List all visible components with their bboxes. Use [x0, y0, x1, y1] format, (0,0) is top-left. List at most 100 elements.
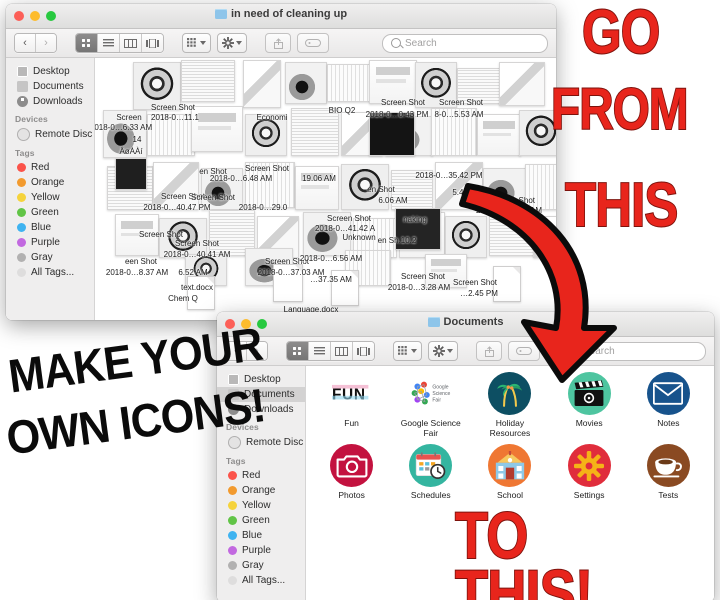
back-button[interactable]: ‹: [15, 34, 36, 52]
column-view-button[interactable]: [331, 342, 353, 360]
folder-notes[interactable]: Notes: [633, 372, 703, 438]
arrange-button[interactable]: [393, 341, 422, 361]
file-thumbnail[interactable]: [499, 62, 545, 106]
file-thumbnail[interactable]: [327, 64, 373, 102]
share-button[interactable]: [265, 33, 291, 53]
thumbnail-preview: [292, 109, 338, 155]
folder-icon: [214, 9, 227, 19]
titlebar-messy[interactable]: in need of cleaning up: [6, 4, 556, 29]
sidebar-item-all-tags[interactable]: All Tags...: [217, 573, 305, 588]
coffee-cup-icon[interactable]: [646, 444, 690, 488]
folder-label: Tests: [658, 490, 679, 501]
search-icon: [391, 38, 401, 48]
folder-photos[interactable]: Photos: [317, 444, 387, 500]
sidebar-header-tags: Tags: [226, 456, 246, 466]
camera-icon[interactable]: [330, 444, 374, 488]
sidebar-item-yellow[interactable]: Yellow: [6, 190, 94, 205]
file-thumbnail[interactable]: [477, 114, 521, 156]
folder-school[interactable]: School: [475, 444, 545, 500]
gallery-view-button[interactable]: [353, 342, 374, 360]
thumbnail-preview: [244, 61, 280, 107]
thumbnail-preview: [328, 65, 372, 101]
action-button[interactable]: [217, 33, 247, 53]
document-file-icon[interactable]: [187, 276, 215, 310]
sidebar-item-orange[interactable]: Orange: [217, 483, 305, 498]
sidebar-item-downloads[interactable]: Downloads: [6, 94, 94, 109]
tag-dot-orange: [228, 486, 237, 495]
folder-schedules[interactable]: Schedules: [396, 444, 466, 500]
search-input[interactable]: Search: [382, 33, 548, 53]
file-label: 2018-0…6.48 AM: [209, 174, 273, 183]
file-label: 2018-0…11.1: [151, 113, 199, 122]
school-building-icon[interactable]: [488, 444, 532, 488]
folder-label: Notes: [657, 418, 680, 428]
file-thumbnail-dark[interactable]: [115, 158, 147, 190]
sidebar-item-green[interactable]: Green: [217, 513, 305, 528]
view-mode-group[interactable]: [75, 33, 164, 53]
folder-tests[interactable]: Tests: [633, 444, 703, 500]
sidebar-item-remote-disc[interactable]: Remote Disc: [217, 434, 305, 451]
sidebar-header-devices: Devices: [15, 114, 48, 124]
icon-view-button[interactable]: [287, 342, 309, 360]
sidebar-item-all-tags[interactable]: All Tags...: [6, 265, 94, 280]
tag-button[interactable]: [297, 33, 329, 53]
file-label: en Sh.10.2: [377, 236, 417, 245]
nav-buttons[interactable]: ‹ ›: [14, 33, 57, 53]
file-label: naking: [403, 215, 427, 224]
tag-dot-yellow: [17, 193, 26, 202]
sidebar-item-documents[interactable]: Documents: [6, 79, 94, 94]
file-thumbnail[interactable]: [291, 108, 339, 156]
file-thumbnail[interactable]: [285, 62, 327, 104]
file-label: Screen Shot: [138, 230, 184, 239]
icon-view-button[interactable]: [76, 34, 98, 52]
sidebar-item-remote-disc[interactable]: Remote Disc: [6, 126, 94, 143]
forward-button[interactable]: ›: [36, 34, 56, 52]
sidebar-item-gray[interactable]: Gray: [6, 250, 94, 265]
sidebar-item-red[interactable]: Red: [6, 160, 94, 175]
sidebar-item-gray[interactable]: Gray: [217, 558, 305, 573]
folder-label: Schedules: [410, 490, 451, 501]
folder-label: Photos: [338, 490, 365, 501]
list-view-button[interactable]: [98, 34, 120, 52]
sidebar-item-green[interactable]: Green: [6, 205, 94, 220]
file-thumbnail[interactable]: [243, 60, 281, 108]
file-label: 6.52 AM: [178, 268, 208, 277]
envelope-icon[interactable]: [646, 372, 690, 415]
file-label: en Shot: [367, 185, 395, 194]
file-label: Screen Shot: [190, 193, 236, 202]
sidebar-item-purple[interactable]: Purple: [6, 235, 94, 250]
sidebar-item-yellow[interactable]: Yellow: [217, 498, 305, 513]
fun-text-icon[interactable]: FU N: [330, 372, 373, 415]
sidebar-item-blue[interactable]: Blue: [217, 528, 305, 543]
folder-settings[interactable]: Settings: [554, 444, 624, 500]
sidebar-item-blue[interactable]: Blue: [6, 220, 94, 235]
sidebar-messy[interactable]: Desktop Documents Downloads Devices Remote D…: [6, 58, 95, 320]
calendar-clock-icon[interactable]: [409, 444, 453, 488]
sidebar-item-label: Yellow: [242, 500, 271, 511]
file-label: ÂøÀÀí: [119, 147, 143, 156]
icon-grid-row: Photos Schedules School Settings Tests: [306, 444, 714, 500]
desktop-icon: [17, 66, 28, 77]
gear-icon[interactable]: [567, 444, 611, 488]
sidebar-item-red[interactable]: Red: [217, 468, 305, 483]
file-label: 6.06 AM: [378, 196, 408, 205]
sidebar-item-orange[interactable]: Orange: [6, 175, 94, 190]
sidebar-item-label: Orange: [242, 485, 276, 496]
sidebar-item-label: Green: [31, 207, 59, 218]
arrange-button[interactable]: [182, 33, 211, 53]
tag-dot-blue: [228, 531, 237, 540]
file-label: Screen Shot: [326, 214, 372, 223]
toolbar-messy[interactable]: ‹ › Search: [6, 29, 556, 58]
sidebar-item-purple[interactable]: Purple: [217, 543, 305, 558]
file-label: BIO Q2: [328, 106, 356, 115]
gallery-view-button[interactable]: [142, 34, 163, 52]
column-view-button[interactable]: [120, 34, 142, 52]
folder-fun[interactable]: FU N Fun: [317, 372, 387, 438]
file-label: text.docx: [180, 283, 214, 292]
file-thumbnail[interactable]: [295, 166, 339, 210]
sidebar-item-desktop[interactable]: Desktop: [6, 64, 94, 79]
file-thumbnail[interactable]: [181, 60, 235, 102]
view-mode-group[interactable]: [286, 341, 375, 361]
list-view-button[interactable]: [309, 342, 331, 360]
file-label: Economi: [256, 113, 288, 122]
